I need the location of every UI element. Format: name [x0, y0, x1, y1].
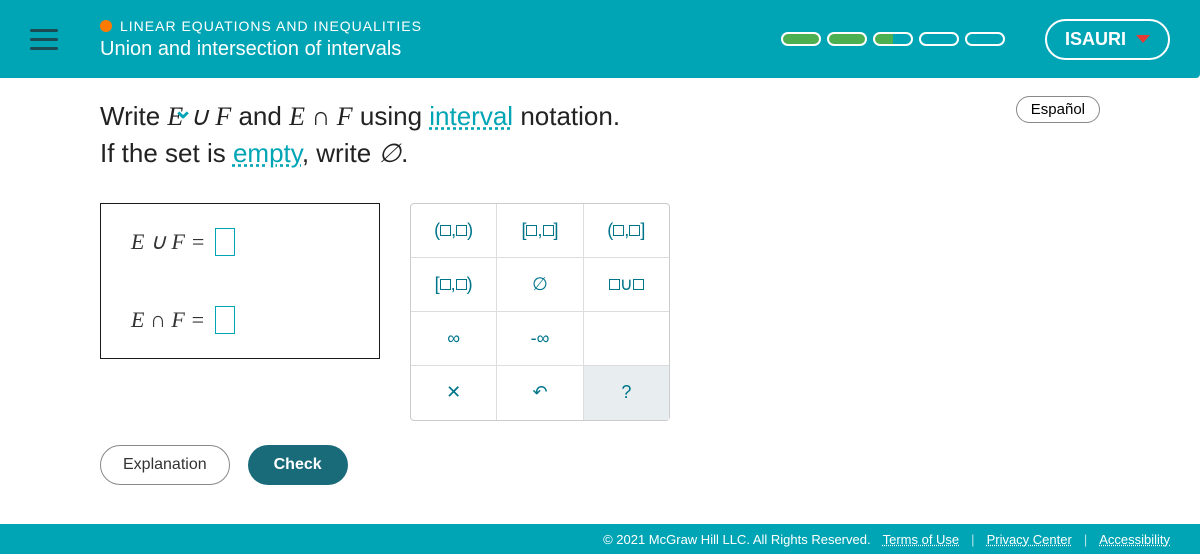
answer-label: E ∩ F =: [131, 307, 205, 333]
text: , write: [302, 138, 379, 168]
progress-pill: [781, 32, 821, 46]
content-area: ⌄ Español Write E ∪ F and E ∩ F using in…: [0, 78, 1200, 485]
title-block: LINEAR EQUATIONS AND INEQUALITIES Union …: [100, 18, 781, 61]
text: ∅: [378, 139, 401, 168]
progress-pill: [873, 32, 913, 46]
answer-label: E ∪ F =: [131, 229, 205, 255]
keypad-undo-icon[interactable]: ↶: [497, 366, 583, 420]
work-area: E ∪ F = E ∩ F = (,) [,] (,] [,) ∅ ∪ ∞ -∞: [100, 203, 1100, 421]
keypad-closed-open[interactable]: [,): [411, 258, 497, 311]
text: using: [360, 101, 429, 131]
chevron-down-icon: [1136, 35, 1150, 43]
keypad-help-icon[interactable]: ?: [584, 366, 669, 420]
progress-pill: [827, 32, 867, 46]
terms-link[interactable]: Terms of Use: [883, 532, 960, 547]
keypad-open-closed[interactable]: (,]: [584, 204, 669, 257]
check-button[interactable]: Check: [248, 445, 348, 485]
status-dot-icon: [100, 20, 112, 32]
separator: |: [1084, 532, 1087, 547]
footer-bar: © 2021 McGraw Hill LLC. All Rights Reser…: [0, 524, 1200, 554]
privacy-link[interactable]: Privacy Center: [987, 532, 1072, 547]
text: E: [289, 102, 305, 131]
explanation-button[interactable]: Explanation: [100, 445, 230, 485]
language-button[interactable]: Español: [1016, 96, 1100, 123]
actions-bar: Explanation Check: [100, 445, 1100, 485]
keypad: (,) [,] (,] [,) ∅ ∪ ∞ -∞ ✕ ↶ ?: [410, 203, 670, 421]
breadcrumb-text: LINEAR EQUATIONS AND INEQUALITIES: [120, 18, 422, 34]
keypad-infinity[interactable]: ∞: [411, 312, 497, 365]
text: Write: [100, 101, 167, 131]
text: notation.: [513, 101, 620, 131]
progress-indicator: [781, 32, 1005, 46]
text: F: [215, 102, 231, 131]
breadcrumb: LINEAR EQUATIONS AND INEQUALITIES: [100, 18, 781, 34]
user-menu[interactable]: ISAURI: [1045, 19, 1170, 60]
accessibility-link[interactable]: Accessibility: [1099, 532, 1170, 547]
answer-input-intersection[interactable]: [215, 306, 235, 334]
copyright-text: © 2021 McGraw Hill LLC. All Rights Reser…: [603, 532, 871, 547]
answer-row-union: E ∪ F =: [131, 228, 349, 256]
text: If the set is: [100, 138, 233, 168]
term-link-empty[interactable]: empty: [233, 138, 302, 168]
instruction-text: Write E ∪ F and E ∩ F using interval not…: [100, 98, 1100, 173]
keypad-clear-icon[interactable]: ✕: [411, 366, 497, 420]
keypad-empty-set[interactable]: ∅: [497, 258, 583, 311]
answer-input-union[interactable]: [215, 228, 235, 256]
text: and: [238, 101, 289, 131]
scroll-indicator-icon: ⌄: [173, 96, 193, 125]
answer-box: E ∪ F = E ∩ F =: [100, 203, 380, 359]
progress-pill: [965, 32, 1005, 46]
progress-pill: [919, 32, 959, 46]
keypad-open-open[interactable]: (,): [411, 204, 497, 257]
page-title: Union and intersection of intervals: [100, 38, 781, 61]
user-name: ISAURI: [1065, 29, 1126, 50]
keypad-blank: [584, 312, 669, 365]
term-link-interval[interactable]: interval: [429, 101, 513, 131]
keypad-neg-infinity[interactable]: -∞: [497, 312, 583, 365]
answer-row-intersection: E ∩ F =: [131, 306, 349, 334]
menu-icon[interactable]: [30, 19, 70, 59]
text: F: [337, 102, 353, 131]
keypad-union[interactable]: ∪: [584, 258, 669, 311]
text: ∩: [305, 102, 337, 131]
header-bar: LINEAR EQUATIONS AND INEQUALITIES Union …: [0, 0, 1200, 78]
separator: |: [971, 532, 974, 547]
keypad-closed-closed[interactable]: [,]: [497, 204, 583, 257]
text: .: [401, 138, 408, 168]
